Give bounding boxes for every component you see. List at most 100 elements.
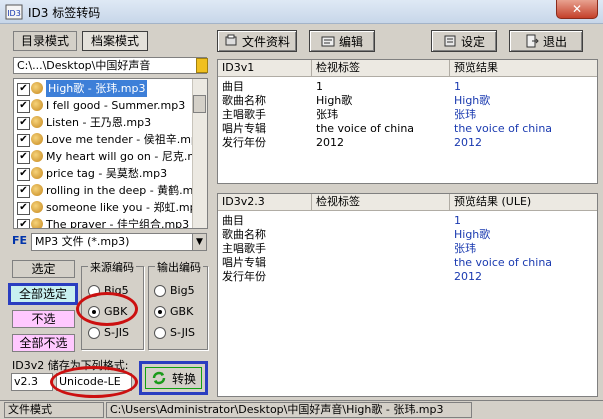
exit-label: 退出 bbox=[542, 34, 567, 49]
table-cell: the voice of china bbox=[454, 256, 553, 269]
watermark-url: www.020h.com bbox=[510, 385, 587, 396]
table-cell: 张玮 bbox=[454, 108, 476, 121]
status-mode: 文件模式 bbox=[4, 402, 104, 418]
file-name: rolling in the deep - 黄鹤.mp3 bbox=[46, 184, 195, 197]
list-item[interactable]: ✔ High歌 - 张玮.mp3 bbox=[14, 80, 195, 97]
format-label: FE bbox=[12, 234, 28, 247]
watermark: 有车一族 bbox=[448, 358, 548, 386]
file-info-label: 文件资料 bbox=[241, 34, 290, 49]
list-item[interactable]: ✔ rolling in the deep - 黄鹤.mp3 bbox=[14, 182, 195, 199]
select-all-button[interactable]: 全部选定 bbox=[8, 283, 78, 305]
highlight-circle bbox=[50, 366, 138, 398]
audio-file-icon bbox=[31, 184, 43, 196]
file-name: someone like you - 郑虹.mp3 bbox=[46, 201, 195, 214]
table-cell: the voice of china bbox=[454, 122, 553, 135]
deselect-button[interactable]: 不选 bbox=[12, 310, 75, 328]
table-cell: 1 bbox=[454, 80, 461, 93]
table-cell[interactable]: 1 bbox=[316, 80, 323, 93]
path-field[interactable]: C:\...\Desktop\中国好声音 bbox=[13, 57, 207, 74]
settings-icon bbox=[444, 35, 456, 47]
checkbox[interactable]: ✔ bbox=[17, 219, 30, 228]
radio-label: S-JIS bbox=[104, 326, 130, 339]
file-name: The prayer - 佳宁组合.mp3 bbox=[46, 218, 190, 229]
table-cell[interactable]: High歌 bbox=[316, 94, 352, 107]
table-cell: 歌曲名称 bbox=[222, 94, 266, 107]
tab-directory-mode[interactable]: 目录模式 bbox=[13, 31, 77, 51]
table-cell: 2012 bbox=[454, 136, 482, 149]
audio-file-icon bbox=[31, 167, 43, 179]
output-big5-radio[interactable]: Big5 bbox=[154, 284, 195, 297]
checkbox[interactable]: ✔ bbox=[17, 117, 30, 130]
app-icon: ID3 bbox=[5, 4, 23, 20]
svg-text:ID3: ID3 bbox=[7, 9, 21, 18]
audio-file-icon bbox=[31, 82, 43, 94]
table-cell: 歌曲名称 bbox=[222, 228, 266, 241]
checkbox[interactable]: ✔ bbox=[17, 100, 30, 113]
checkbox[interactable]: ✔ bbox=[17, 134, 30, 147]
folder-icon[interactable] bbox=[196, 58, 208, 73]
checkbox[interactable]: ✔ bbox=[17, 168, 30, 181]
edit-icon bbox=[321, 36, 335, 47]
list-item[interactable]: ✔ price tag - 吴莫愁.mp3 bbox=[14, 165, 195, 182]
list-item[interactable]: ✔ The prayer - 佳宁组合.mp3 bbox=[14, 216, 195, 229]
list-item[interactable]: ✔ Love me tender - 侯祖辛.mp3 bbox=[14, 131, 195, 148]
table-header: ID3v1 检视标签 预览结果 bbox=[218, 60, 597, 77]
file-name: I fell good - Summer.mp3 bbox=[46, 99, 186, 112]
list-item[interactable]: ✔ someone like you - 郑虹.mp3 bbox=[14, 199, 195, 216]
column-header: ID3v2.3 bbox=[218, 194, 312, 210]
checkbox[interactable]: ✔ bbox=[17, 151, 30, 164]
table-cell: High歌 bbox=[454, 94, 491, 107]
source-sjis-radio[interactable]: S-JIS bbox=[88, 326, 129, 339]
column-header: 检视标签 bbox=[312, 60, 450, 76]
table-cell: 唱片专辑 bbox=[222, 122, 266, 135]
convert-button[interactable]: 转换 bbox=[139, 361, 208, 395]
table-cell: 主唱歌手 bbox=[222, 242, 266, 255]
audio-file-icon bbox=[31, 201, 43, 213]
checkbox[interactable]: ✔ bbox=[17, 83, 30, 96]
audio-file-icon bbox=[31, 133, 43, 145]
audio-file-icon bbox=[31, 99, 43, 111]
tab-file-mode[interactable]: 档案模式 bbox=[82, 31, 148, 51]
file-name: My heart will go on - 尼克.mp3 bbox=[46, 150, 195, 163]
file-list[interactable]: ✔ High歌 - 张玮.mp3 ✔ I fell good - Summer.mp… bbox=[13, 78, 208, 229]
output-gbk-radio[interactable]: GBK bbox=[154, 305, 193, 318]
list-item[interactable]: ✔ I fell good - Summer.mp3 bbox=[14, 97, 195, 114]
audio-file-icon bbox=[31, 218, 43, 228]
id3v2-version-select[interactable]: v2.3 bbox=[11, 373, 53, 391]
file-format-select[interactable]: MP3 文件 (*.mp3) bbox=[31, 233, 207, 251]
settings-button[interactable]: 设定 bbox=[431, 30, 497, 52]
output-encoding-title: 输出编码 bbox=[155, 259, 203, 275]
scrollbar-thumb[interactable] bbox=[193, 95, 206, 113]
edit-button[interactable]: 编辑 bbox=[309, 30, 375, 52]
source-encoding-title: 来源编码 bbox=[88, 259, 136, 275]
file-info-button[interactable]: 文件资料 bbox=[217, 30, 297, 52]
column-header: 预览结果 bbox=[454, 61, 498, 74]
table-cell: 发行年份 bbox=[222, 136, 266, 149]
column-header: 检视标签 bbox=[312, 194, 450, 210]
radio-label: Big5 bbox=[170, 284, 195, 297]
output-sjis-radio[interactable]: S-JIS bbox=[154, 326, 195, 339]
select-button[interactable]: 选定 bbox=[12, 260, 75, 278]
table-cell: 唱片专辑 bbox=[222, 256, 266, 269]
checkbox[interactable]: ✔ bbox=[17, 185, 30, 198]
table-cell[interactable]: 2012 bbox=[316, 136, 344, 149]
table-cell: High歌 bbox=[454, 228, 491, 241]
file-info-icon bbox=[225, 34, 237, 46]
table-cell[interactable]: the voice of china bbox=[316, 122, 414, 135]
close-button[interactable]: ✕ bbox=[556, 0, 598, 19]
radio-dot bbox=[154, 305, 166, 318]
checkbox[interactable]: ✔ bbox=[17, 202, 30, 215]
list-item[interactable]: ✔ Listen - 王乃恩.mp3 bbox=[14, 114, 195, 131]
file-name: price tag - 吴莫愁.mp3 bbox=[46, 167, 168, 180]
list-item[interactable]: ✔ My heart will go on - 尼克.mp3 bbox=[14, 148, 195, 165]
column-header: 预览结果 (ULE) bbox=[454, 195, 532, 208]
edit-label: 编辑 bbox=[338, 34, 363, 49]
chevron-down-icon[interactable]: ▼ bbox=[192, 234, 206, 250]
deselect-all-button[interactable]: 全部不选 bbox=[12, 334, 75, 352]
table-cell[interactable]: 张玮 bbox=[316, 108, 338, 121]
radio-dot bbox=[154, 284, 166, 297]
radio-dot bbox=[154, 326, 166, 339]
table-cell: 1 bbox=[454, 214, 461, 227]
exit-button[interactable]: 退出 bbox=[509, 30, 583, 52]
table-cell: 曲目 bbox=[222, 80, 244, 93]
